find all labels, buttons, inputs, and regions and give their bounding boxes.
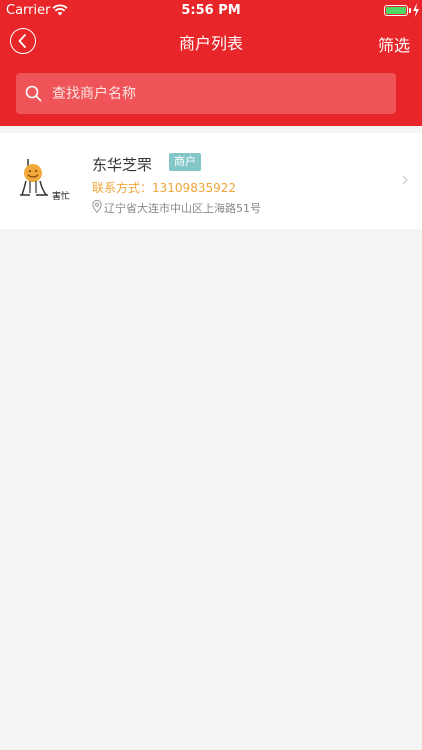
location-pin-icon <box>92 200 102 213</box>
header: Carrier 5:56 PM 商户列表 筛选 <box>0 0 422 126</box>
search-input[interactable] <box>52 73 382 114</box>
search-icon <box>25 85 42 102</box>
page-title: 商户列表 <box>178 34 243 53</box>
merchant-type-badge: 商户 <box>169 153 201 171</box>
chevron-right-icon <box>402 175 408 185</box>
merchant-list: 害忙 东华芝罘 商户 联系方式：13109835922 辽宁省大连市中山区上海路… <box>0 133 422 229</box>
merchant-logo: 害忙 <box>12 151 76 215</box>
merchant-card[interactable]: 害忙 东华芝罘 商户 联系方式：13109835922 辽宁省大连市中山区上海路… <box>0 133 422 229</box>
merchant-avatar: 害忙 <box>12 151 76 215</box>
merchant-contact: 联系方式：13109835922 <box>92 179 236 196</box>
contact-label: 联系方式： <box>92 181 153 195</box>
merchant-name: 东华芝罘 <box>92 156 153 174</box>
status-time: 5:56 PM <box>181 3 241 18</box>
avatar-text: 害忙 <box>52 190 70 202</box>
status-bar: Carrier 5:56 PM <box>0 0 422 22</box>
contact-phone: 13109835922 <box>152 181 236 195</box>
battery-icon <box>384 5 408 16</box>
filter-button[interactable]: 筛选 <box>378 32 410 56</box>
merchant-address: 辽宁省大连市中山区上海路51号 <box>104 202 261 215</box>
search-bar[interactable] <box>16 73 396 114</box>
battery-tip <box>409 8 411 13</box>
charging-icon <box>413 3 419 17</box>
